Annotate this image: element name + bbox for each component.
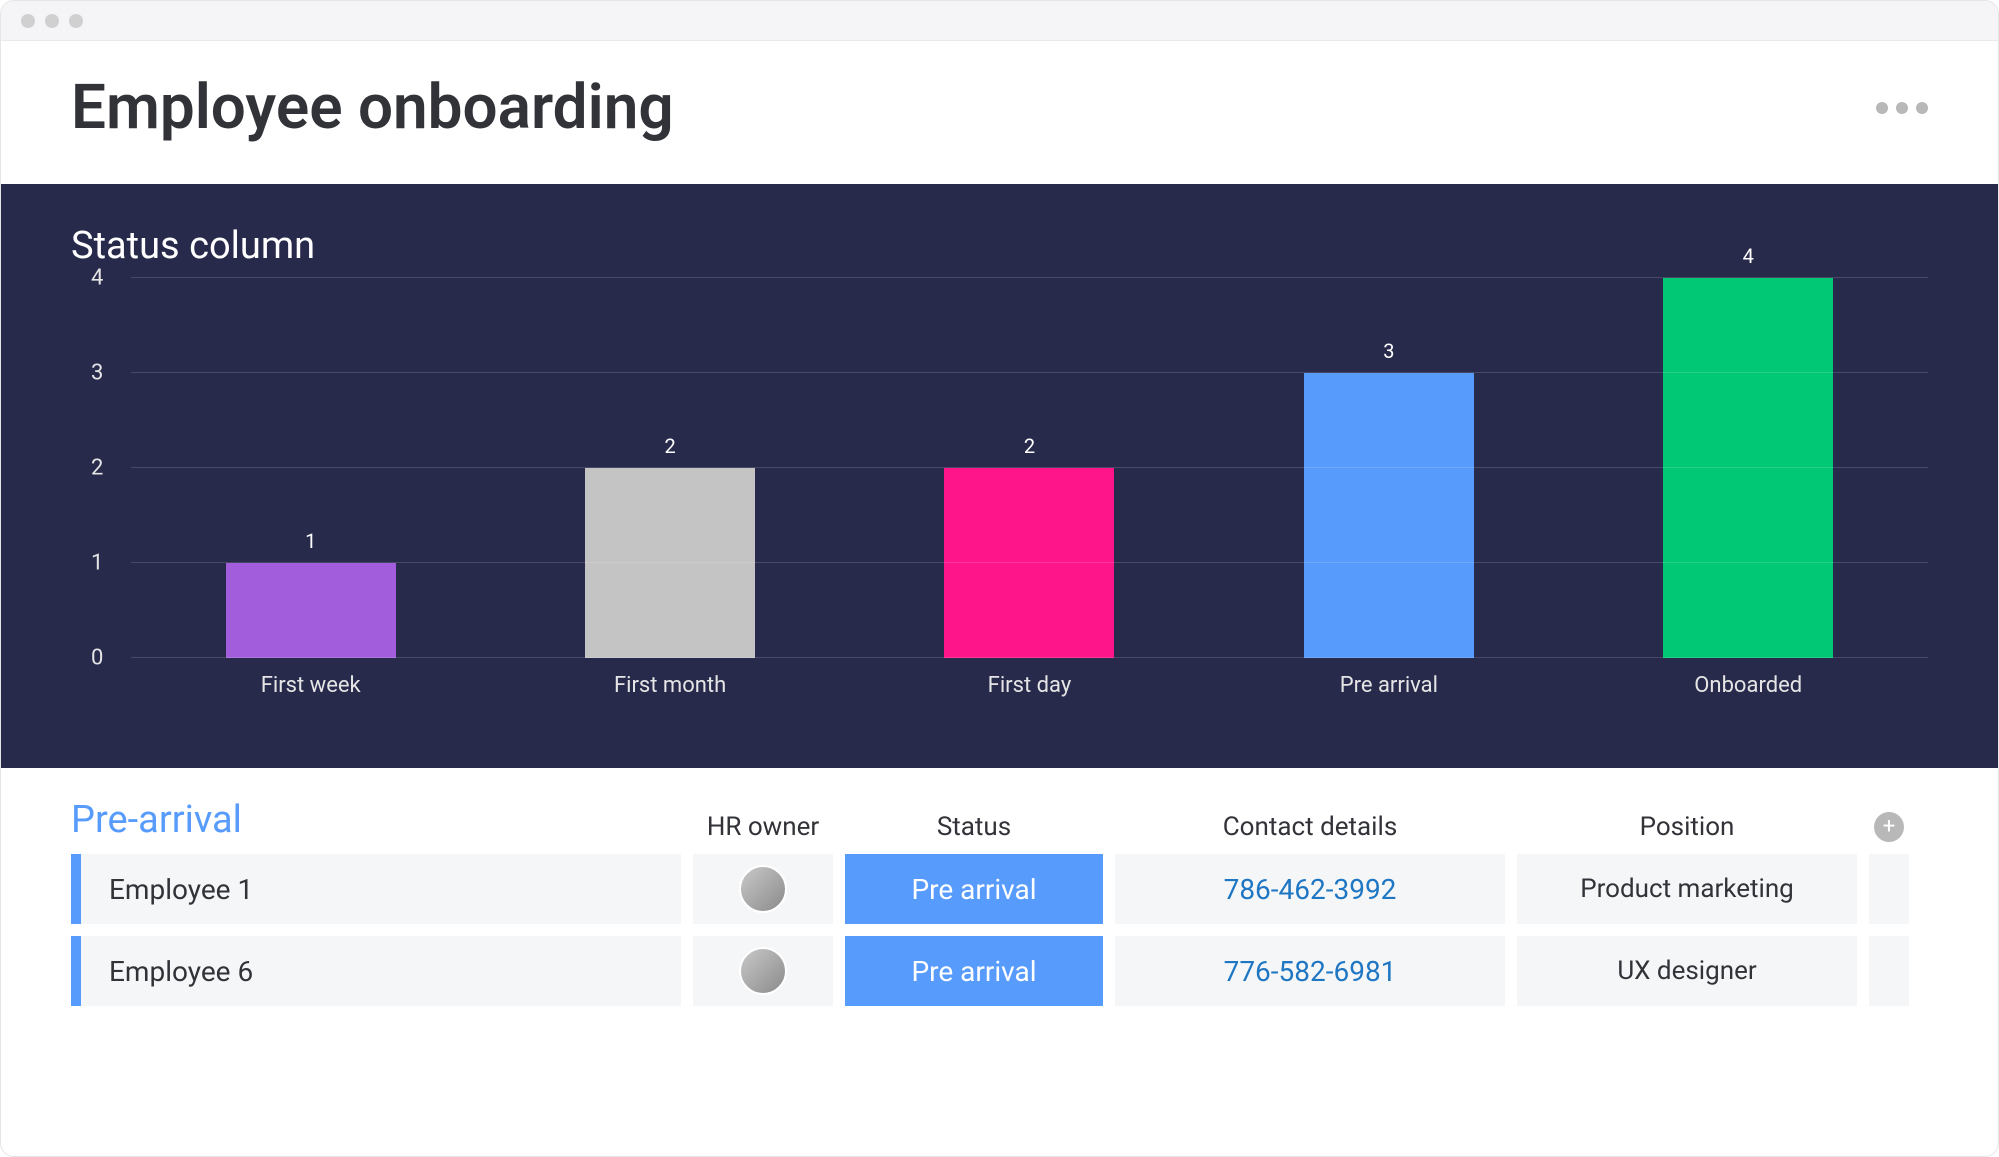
row-position-cell[interactable]: Product marketing <box>1517 854 1857 924</box>
add-column-button[interactable]: + <box>1869 812 1909 842</box>
chart-grid: 12234 01234 <box>131 278 1928 658</box>
row-position-cell[interactable]: UX designer <box>1517 936 1857 1006</box>
chart-y-tick: 3 <box>91 361 103 386</box>
row-extra-cell <box>1869 854 1909 924</box>
chart-bar[interactable] <box>1663 278 1833 658</box>
chart-bar-value-label: 1 <box>305 529 316 553</box>
window-control-close-icon[interactable] <box>21 14 35 28</box>
plus-icon: + <box>1874 812 1904 842</box>
contact-link[interactable]: 786-462-3992 <box>1224 873 1397 906</box>
row-status-cell[interactable]: Pre arrival <box>845 854 1103 924</box>
page-header: Employee onboarding <box>1 41 1998 184</box>
row-owner-cell[interactable] <box>693 854 833 924</box>
chart-grid-line <box>131 657 1928 658</box>
chart-y-tick: 4 <box>91 266 103 291</box>
chart-bar-value-label: 3 <box>1383 339 1394 363</box>
row-name-cell[interactable]: Employee 1 <box>71 854 681 924</box>
chart-bar-column: 1 <box>221 529 401 658</box>
column-header-position[interactable]: Position <box>1517 812 1857 842</box>
chart-grid-line <box>131 562 1928 563</box>
table-section: Pre-arrival HR owner Status Contact deta… <box>1 768 1998 1006</box>
chart-grid-line <box>131 277 1928 278</box>
avatar <box>739 947 787 995</box>
chart-y-tick: 1 <box>91 551 103 576</box>
chart-bar[interactable] <box>585 468 755 658</box>
more-options-icon <box>1896 102 1908 114</box>
more-options-button[interactable] <box>1876 102 1928 114</box>
chart-bars: 12234 <box>131 278 1928 658</box>
chart-bar-value-label: 2 <box>664 434 675 458</box>
row-contact-cell[interactable]: 776-582-6981 <box>1115 936 1505 1006</box>
group-title[interactable]: Pre-arrival <box>71 798 681 842</box>
more-options-icon <box>1916 102 1928 114</box>
chart-bar[interactable] <box>944 468 1114 658</box>
app-window: Employee onboarding Status column 12234 … <box>0 0 1999 1157</box>
chart-bar-value-label: 2 <box>1024 434 1035 458</box>
window-control-maximize-icon[interactable] <box>69 14 83 28</box>
chart-x-label: Pre arrival <box>1299 659 1479 698</box>
table-header-row: Pre-arrival HR owner Status Contact deta… <box>71 798 1928 842</box>
window-title-bar <box>1 1 1998 41</box>
row-owner-cell[interactable] <box>693 936 833 1006</box>
avatar <box>739 865 787 913</box>
row-status-cell[interactable]: Pre arrival <box>845 936 1103 1006</box>
window-control-minimize-icon[interactable] <box>45 14 59 28</box>
table-rows: Employee 1 Pre arrival 786-462-3992 Product… <box>71 854 1928 1006</box>
column-header-status[interactable]: Status <box>845 812 1103 842</box>
chart-grid-line <box>131 372 1928 373</box>
chart-x-label: Onboarded <box>1658 659 1838 698</box>
chart-grid-line <box>131 467 1928 468</box>
chart-bar-column: 4 <box>1658 244 1838 658</box>
chart-x-labels: First week First month First day Pre arriva… <box>131 659 1928 698</box>
chart-y-tick: 0 <box>91 646 103 671</box>
chart-x-label: First week <box>221 659 401 698</box>
column-header-owner[interactable]: HR owner <box>693 812 833 842</box>
table-row[interactable]: Employee 1 Pre arrival 786-462-3992 Product… <box>71 854 1928 924</box>
chart-x-label: First day <box>939 659 1119 698</box>
chart-title: Status column <box>71 224 1928 268</box>
chart-bar-column: 3 <box>1299 339 1479 658</box>
contact-link[interactable]: 776-582-6981 <box>1224 955 1397 988</box>
row-contact-cell[interactable]: 786-462-3992 <box>1115 854 1505 924</box>
chart-bar[interactable] <box>1304 373 1474 658</box>
chart-bar[interactable] <box>226 563 396 658</box>
row-extra-cell <box>1869 936 1909 1006</box>
more-options-icon <box>1876 102 1888 114</box>
page-title: Employee onboarding <box>71 71 674 144</box>
chart-bar-value-label: 4 <box>1743 244 1754 268</box>
chart-panel: Status column 12234 01234 First weekFirs… <box>1 184 1998 768</box>
chart-y-tick: 2 <box>91 456 103 481</box>
table-row[interactable]: Employee 6 Pre arrival 776-582-6981 UX desi… <box>71 936 1928 1006</box>
chart-x-label: First month <box>580 659 760 698</box>
column-header-contact[interactable]: Contact details <box>1115 812 1505 842</box>
bar-chart: 12234 01234 First weekFirst monthFirst d… <box>71 278 1928 698</box>
row-name-cell[interactable]: Employee 6 <box>71 936 681 1006</box>
